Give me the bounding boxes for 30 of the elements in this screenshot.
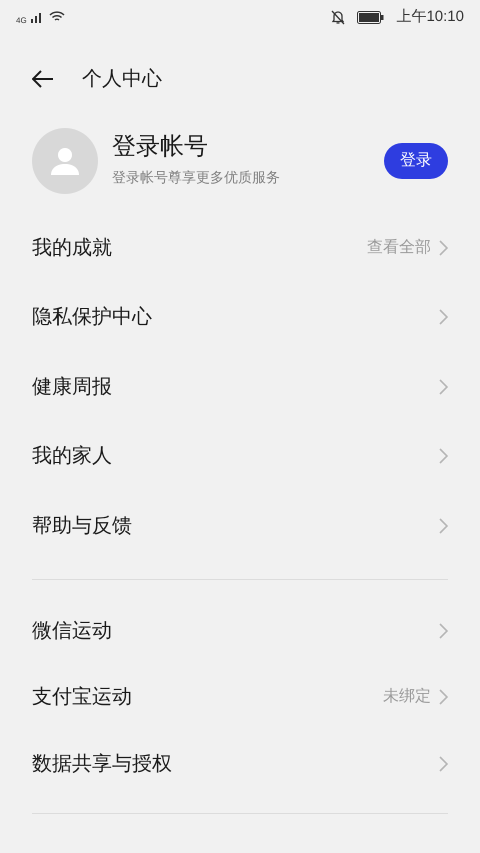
back-button[interactable]	[32, 68, 54, 90]
back-arrow-icon	[32, 70, 54, 88]
page-title: 个人中心	[82, 67, 162, 92]
bell-off-icon	[331, 10, 346, 24]
network-label: 4G	[16, 17, 27, 25]
status-time: 上午10:10	[396, 6, 464, 27]
chevron-right-icon	[439, 622, 448, 639]
row-value: 查看全部	[367, 238, 431, 258]
chevron-right-icon	[439, 518, 448, 534]
row-value: 未绑定	[383, 686, 431, 708]
settings-row[interactable]: 支付宝运动 未绑定	[32, 664, 448, 730]
settings-row[interactable]: 数据共享与授权	[32, 730, 448, 797]
chevron-right-icon	[439, 756, 448, 772]
chevron-right-icon	[439, 309, 448, 326]
settings-row[interactable]: 健康周报	[32, 352, 448, 422]
settings-row[interactable]: 我的家人	[32, 422, 448, 491]
wifi-icon	[48, 11, 65, 23]
settings-row[interactable]: 我的成就 查看全部	[32, 213, 448, 282]
settings-row[interactable]: 隐私保护中心	[32, 282, 448, 352]
account-subtitle: 登录帐号尊享更多优质服务	[112, 168, 281, 186]
chevron-right-icon	[439, 240, 448, 256]
battery-icon	[357, 10, 384, 24]
chevron-right-icon	[439, 378, 448, 395]
chevron-right-icon	[439, 689, 448, 706]
settings-row[interactable]: 微信运动	[32, 598, 448, 664]
login-button[interactable]: 登录	[384, 143, 448, 179]
account-name: 登录帐号	[112, 134, 209, 158]
settings-row[interactable]: 帮助与反馈	[32, 491, 448, 560]
chevron-right-icon	[439, 448, 448, 464]
person-icon	[50, 146, 80, 176]
